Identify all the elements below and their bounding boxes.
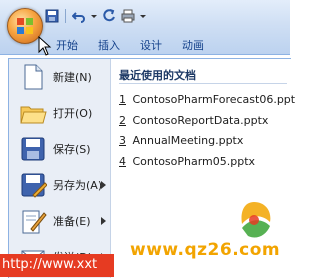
submenu-arrow-icon	[101, 217, 106, 225]
tab-animation[interactable]: 动画	[172, 34, 214, 57]
menu-item-label: 另存为(A)	[53, 179, 103, 192]
recent-number: 4	[119, 155, 126, 168]
dropdown-icon[interactable]	[139, 8, 147, 24]
mouse-cursor-icon	[38, 36, 52, 56]
redo-icon[interactable]	[101, 8, 117, 24]
menu-item-open[interactable]: 打开(O)	[9, 95, 110, 131]
recent-document-item[interactable]: 1 ContosoPharmForecast06.ppt	[119, 93, 295, 106]
quick-access-toolbar	[44, 6, 147, 26]
recent-number: 3	[119, 134, 126, 147]
undo-icon[interactable]	[71, 8, 87, 24]
recent-document-item[interactable]: 2 ContosoReportData.pptx	[119, 114, 268, 127]
menu-item-new[interactable]: 新建(N)	[9, 59, 110, 95]
menu-item-label: 新建(N)	[53, 71, 92, 84]
menu-item-label: 打开(O)	[53, 107, 93, 120]
watermark-url: www.qz26.com	[130, 240, 281, 260]
recent-filename: ContosoPharm05.pptx	[132, 155, 256, 168]
print-icon[interactable]	[120, 8, 136, 24]
save-icon[interactable]	[44, 8, 60, 24]
recent-document-item[interactable]: 4 ContosoPharm05.pptx	[119, 155, 255, 168]
recent-filename: ContosoPharmForecast06.ppt	[132, 93, 296, 106]
recent-document-item[interactable]: 3 AnnualMeeting.pptx	[119, 134, 243, 147]
open-folder-icon	[20, 106, 47, 124]
office-logo-icon	[17, 18, 33, 34]
recent-number: 2	[119, 114, 126, 127]
submenu-arrow-icon	[101, 181, 106, 189]
tab-insert[interactable]: 插入	[88, 34, 130, 57]
prepare-icon	[22, 210, 47, 234]
save-disk-icon	[21, 137, 45, 161]
ribbon-tabs: 开始 插入 设计 动画	[46, 34, 214, 57]
menu-item-label: 保存(S)	[53, 143, 91, 156]
recent-documents-title: 最近使用的文档	[119, 69, 196, 82]
watermark-url-left: http://www.xxt	[2, 257, 98, 272]
menu-item-save-as[interactable]: 另存为(A)	[9, 167, 110, 203]
divider	[119, 83, 287, 84]
recent-number: 1	[119, 93, 126, 106]
menu-commands: 新建(N) 打开(O) 保存(S) 另存为(A) 准备(E)	[9, 59, 111, 278]
dropdown-icon[interactable]	[90, 8, 98, 24]
watermark-logo	[241, 202, 271, 238]
toolbar-separator	[65, 9, 66, 23]
tab-design[interactable]: 设计	[130, 34, 172, 57]
recent-filename: AnnualMeeting.pptx	[132, 134, 244, 147]
watermark-bar: http://www.xxt	[0, 254, 114, 277]
menu-item-save[interactable]: 保存(S)	[9, 131, 110, 167]
menu-item-label: 准备(E)	[53, 215, 91, 228]
tab-home[interactable]: 开始	[46, 34, 88, 57]
new-document-icon	[24, 64, 43, 90]
menu-item-prepare[interactable]: 准备(E)	[9, 203, 110, 239]
recent-filename: ContosoReportData.pptx	[132, 114, 269, 127]
save-as-icon	[21, 173, 47, 198]
